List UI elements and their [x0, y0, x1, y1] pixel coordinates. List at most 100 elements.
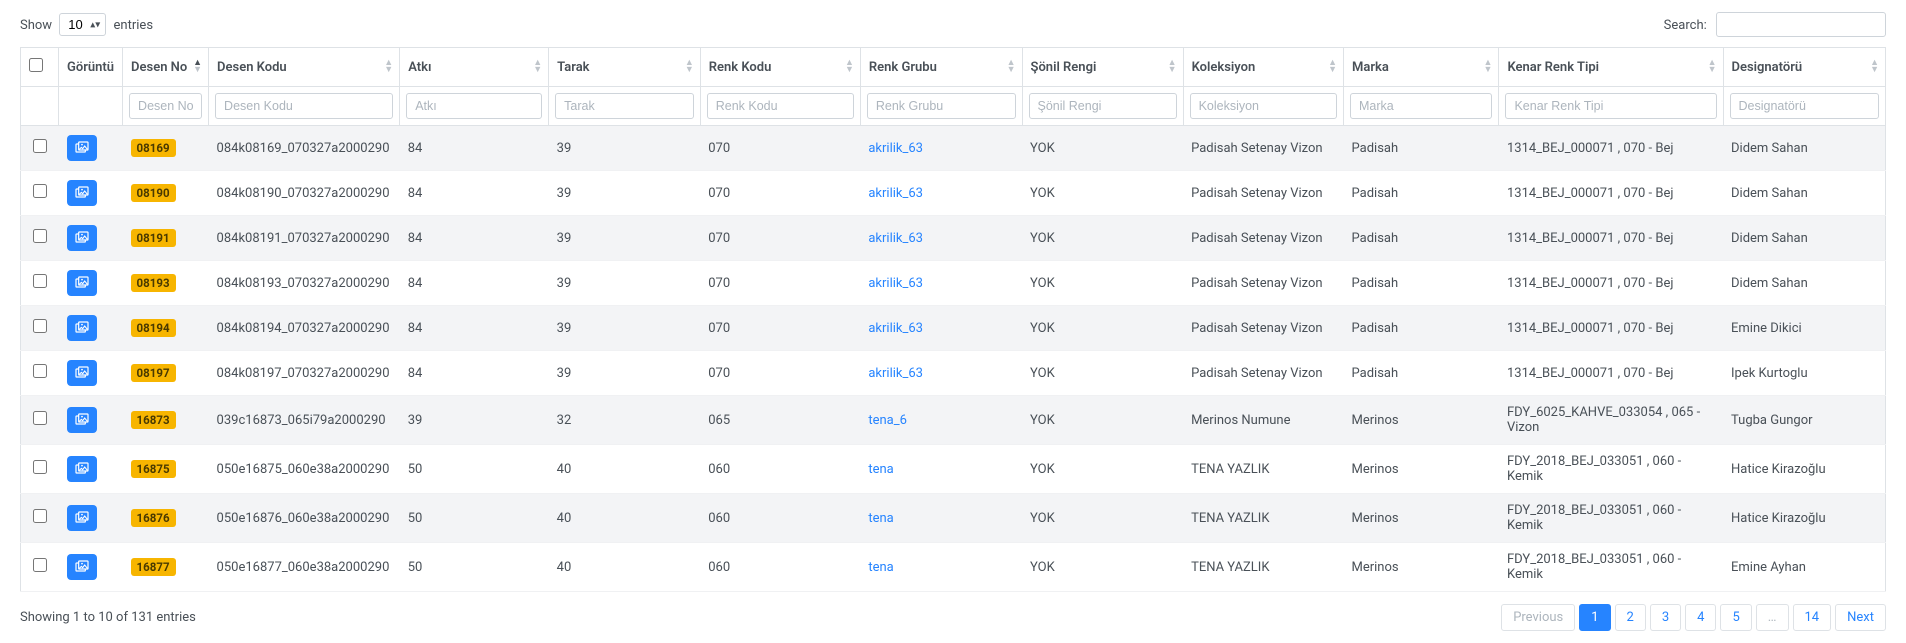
image-button[interactable]	[67, 135, 97, 161]
desen-no-badge[interactable]: 08193	[131, 274, 176, 292]
image-button[interactable]	[67, 505, 97, 531]
cell-renkkodu: 060	[700, 494, 860, 543]
renk-grubu-link[interactable]: tena_6	[868, 413, 907, 428]
entries-select[interactable]: 10	[59, 13, 106, 36]
image-button[interactable]	[67, 270, 97, 296]
cell-sonil: YOK	[1022, 126, 1183, 171]
col-header-desenno[interactable]: Desen No▲▼	[123, 48, 209, 87]
filter-kenarrenktipi[interactable]	[1505, 93, 1716, 119]
image-button[interactable]	[67, 225, 97, 251]
page-1[interactable]: 1	[1579, 604, 1610, 631]
renk-grubu-link[interactable]: akrilik_63	[868, 321, 923, 336]
cell-sonil: YOK	[1022, 351, 1183, 396]
desen-no-badge[interactable]: 08197	[131, 364, 176, 382]
image-button[interactable]	[67, 180, 97, 206]
renk-grubu-link[interactable]: akrilik_63	[868, 276, 923, 291]
desen-no-badge[interactable]: 08169	[131, 139, 176, 157]
image-button[interactable]	[67, 360, 97, 386]
desen-no-badge[interactable]: 16877	[131, 558, 176, 576]
cell-renkgrubu: tena	[860, 445, 1022, 494]
desen-no-badge[interactable]: 08194	[131, 319, 176, 337]
renk-grubu-link[interactable]: tena	[868, 560, 893, 575]
page-4[interactable]: 4	[1685, 604, 1716, 631]
col-header-designatoru[interactable]: Designatörü▲▼	[1723, 48, 1886, 87]
filter-desenkodu[interactable]	[215, 93, 393, 119]
renk-grubu-link[interactable]: akrilik_63	[868, 231, 923, 246]
desen-no-badge[interactable]: 16875	[131, 460, 176, 478]
renk-grubu-link[interactable]: tena	[868, 462, 893, 477]
filter-sonilrengi[interactable]	[1029, 93, 1177, 119]
page-next[interactable]: Next	[1835, 604, 1886, 631]
col-header-kenarrenktipi[interactable]: Kenar Renk Tipi▲▼	[1499, 48, 1723, 87]
page-5[interactable]: 5	[1720, 604, 1751, 631]
page-previous[interactable]: Previous	[1501, 604, 1575, 631]
table-row: 16875050e16875_060e38a20002905040060tena…	[21, 445, 1886, 494]
desen-no-badge[interactable]: 08191	[131, 229, 176, 247]
cell-atki: 84	[400, 171, 549, 216]
cell-tarak: 39	[549, 261, 701, 306]
cell-renkkodu: 070	[700, 171, 860, 216]
page-2[interactable]: 2	[1615, 604, 1646, 631]
cell-koleksiyon: Padisah Setenay Vizon	[1183, 171, 1343, 216]
cell-design: Emine Ayhan	[1723, 543, 1886, 592]
col-header-marka[interactable]: Marka▲▼	[1344, 48, 1499, 87]
cell-desenkodu: 084k08169_070327a2000290	[209, 126, 400, 171]
col-header-label: Desen No	[131, 60, 187, 75]
image-button[interactable]	[67, 315, 97, 341]
cell-sonil: YOK	[1022, 445, 1183, 494]
row-checkbox[interactable]	[33, 558, 47, 572]
filter-koleksiyon[interactable]	[1190, 93, 1337, 119]
col-header-goruntu[interactable]: Görüntü	[59, 48, 123, 87]
cell-kenar: FDY_2018_BEJ_033051 , 060 - Kemik	[1499, 543, 1723, 592]
col-header-label: Şönil Rengi	[1031, 60, 1097, 75]
row-checkbox[interactable]	[33, 274, 47, 288]
col-header-sonilrengi[interactable]: Şönil Rengi▲▼	[1022, 48, 1183, 87]
row-checkbox[interactable]	[33, 229, 47, 243]
page-14[interactable]: 14	[1793, 604, 1832, 631]
col-header-renkkodu[interactable]: Renk Kodu▲▼	[700, 48, 860, 87]
col-header-tarak[interactable]: Tarak▲▼	[549, 48, 701, 87]
filter-tarak[interactable]	[555, 93, 694, 119]
col-header-koleksiyon[interactable]: Koleksiyon▲▼	[1183, 48, 1343, 87]
image-button[interactable]	[67, 456, 97, 482]
col-header-label: Görüntü	[67, 60, 114, 75]
sort-icon: ▲▼	[384, 60, 393, 74]
filter-renkkodu[interactable]	[707, 93, 854, 119]
renk-grubu-link[interactable]: akrilik_63	[868, 141, 923, 156]
row-checkbox[interactable]	[33, 411, 47, 425]
row-checkbox[interactable]	[33, 184, 47, 198]
image-button[interactable]	[67, 407, 97, 433]
table-row: 16877050e16877_060e38a20002905040060tena…	[21, 543, 1886, 592]
select-all-checkbox[interactable]	[29, 58, 43, 72]
col-header-desenkodu[interactable]: Desen Kodu▲▼	[209, 48, 400, 87]
filter-renkgrubu[interactable]	[867, 93, 1016, 119]
cell-sonil: YOK	[1022, 494, 1183, 543]
renk-grubu-link[interactable]: akrilik_63	[868, 366, 923, 381]
cell-kenar: FDY_2018_BEJ_033051 , 060 - Kemik	[1499, 445, 1723, 494]
filter-marka[interactable]	[1350, 93, 1492, 119]
filter-atki[interactable]	[406, 93, 542, 119]
col-header-renkgrubu[interactable]: Renk Grubu▲▼	[860, 48, 1022, 87]
filter-desenno[interactable]	[129, 93, 202, 119]
image-button[interactable]	[67, 554, 97, 580]
page-3[interactable]: 3	[1650, 604, 1681, 631]
sort-icon: ▲▼	[1328, 60, 1337, 74]
row-checkbox[interactable]	[33, 364, 47, 378]
search-input[interactable]	[1716, 12, 1886, 37]
row-checkbox[interactable]	[33, 509, 47, 523]
cell-design: Ipek Kurtoglu	[1723, 351, 1886, 396]
desen-no-badge[interactable]: 16873	[131, 411, 176, 429]
renk-grubu-link[interactable]: akrilik_63	[868, 186, 923, 201]
row-checkbox[interactable]	[33, 139, 47, 153]
table-row: 08190084k08190_070327a20002908439070akri…	[21, 171, 1886, 216]
cell-koleksiyon: Padisah Setenay Vizon	[1183, 216, 1343, 261]
filter-designatoru[interactable]	[1730, 93, 1880, 119]
cell-sonil: YOK	[1022, 216, 1183, 261]
row-checkbox[interactable]	[33, 319, 47, 333]
desen-no-badge[interactable]: 16876	[131, 509, 176, 527]
col-header-atki[interactable]: Atkı▲▼	[400, 48, 549, 87]
row-checkbox[interactable]	[33, 460, 47, 474]
cell-desenkodu: 050e16875_060e38a2000290	[209, 445, 400, 494]
renk-grubu-link[interactable]: tena	[868, 511, 893, 526]
desen-no-badge[interactable]: 08190	[131, 184, 176, 202]
